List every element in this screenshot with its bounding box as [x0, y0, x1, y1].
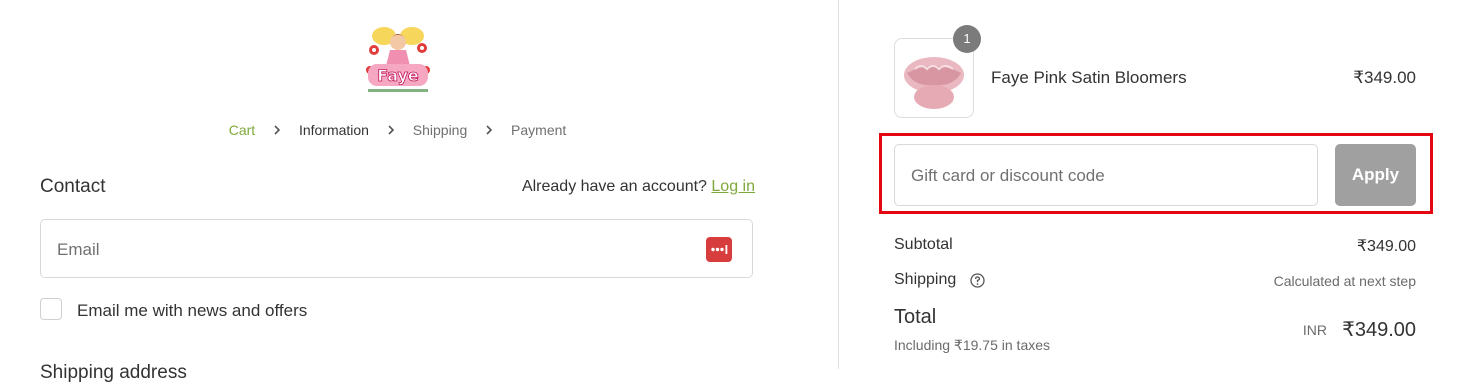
total-label: Total: [894, 306, 937, 328]
email-field[interactable]: [55, 220, 699, 279]
product-price: ₹349.00: [1353, 68, 1416, 87]
discount-field-container: [894, 144, 1318, 207]
shipping-label: Shipping: [894, 271, 957, 288]
svg-text:Faye: Faye: [377, 66, 419, 85]
breadcrumb-payment: Payment: [511, 122, 567, 139]
account-prompt: Already have an account? Log in: [522, 178, 755, 196]
newsletter-label[interactable]: Email me with news and offers: [77, 301, 307, 321]
currency-code: INR: [1302, 322, 1327, 338]
subtotal-label: Subtotal: [894, 236, 953, 253]
discount-code-input[interactable]: [909, 145, 1308, 207]
breadcrumb-information: Information: [298, 122, 369, 139]
password-manager-icon[interactable]: [706, 237, 732, 262]
chevron-right-icon: [386, 123, 396, 137]
subtotal-value: ₹349.00: [1356, 238, 1416, 255]
breadcrumb-cart[interactable]: Cart: [229, 122, 255, 138]
shipping-value: Calculated at next step: [1273, 273, 1416, 289]
checkout-form-column: Faye Cart Information Shipping Payment C…: [0, 0, 838, 383]
breadcrumb: Cart Information Shipping Payment: [0, 121, 795, 138]
quantity-badge: 1: [953, 25, 981, 53]
chevron-right-icon: [484, 123, 494, 137]
newsletter-checkbox[interactable]: [40, 298, 62, 320]
email-field-container: [40, 219, 753, 279]
login-link[interactable]: Log in: [711, 178, 755, 195]
chevron-right-icon: [272, 123, 282, 137]
store-logo[interactable]: Faye: [362, 22, 434, 98]
apply-button[interactable]: Apply: [1335, 144, 1416, 206]
product-name: Faye Pink Satin Bloomers: [991, 68, 1187, 87]
breadcrumb-shipping: Shipping: [412, 122, 468, 139]
contact-heading: Contact: [40, 176, 106, 197]
order-summary: 1 Faye Pink Satin Bloomers ₹349.00 Apply…: [839, 0, 1464, 369]
tax-note: Including ₹19.75 in taxes: [894, 337, 1051, 353]
help-circle-icon[interactable]: [970, 273, 985, 288]
shipping-address-heading: Shipping address: [40, 362, 187, 383]
total-value: ₹349.00: [1342, 319, 1416, 341]
account-prompt-text: Already have an account?: [521, 178, 707, 195]
